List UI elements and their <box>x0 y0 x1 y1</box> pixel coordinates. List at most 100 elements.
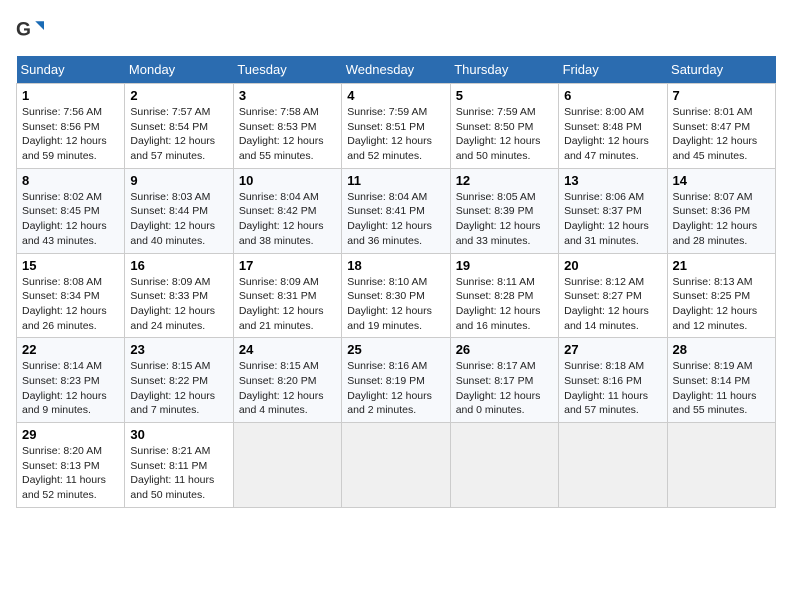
day-number: 7 <box>673 88 770 103</box>
day-info: Sunrise: 8:14 AMSunset: 8:23 PMDaylight:… <box>22 360 107 416</box>
day-number: 6 <box>564 88 661 103</box>
day-info: Sunrise: 8:13 AMSunset: 8:25 PMDaylight:… <box>673 276 758 332</box>
day-number: 2 <box>130 88 227 103</box>
day-number: 11 <box>347 173 444 188</box>
day-info: Sunrise: 8:00 AMSunset: 8:48 PMDaylight:… <box>564 106 649 162</box>
calendar-day-cell: 19 Sunrise: 8:11 AMSunset: 8:28 PMDaylig… <box>450 253 558 338</box>
day-number: 9 <box>130 173 227 188</box>
day-number: 8 <box>22 173 119 188</box>
day-number: 23 <box>130 342 227 357</box>
calendar-day-cell: 26 Sunrise: 8:17 AMSunset: 8:17 PMDaylig… <box>450 338 558 423</box>
calendar-day-cell <box>233 423 341 508</box>
day-number: 10 <box>239 173 336 188</box>
day-info: Sunrise: 8:08 AMSunset: 8:34 PMDaylight:… <box>22 276 107 332</box>
day-info: Sunrise: 8:18 AMSunset: 8:16 PMDaylight:… <box>564 360 648 416</box>
calendar-day-cell <box>559 423 667 508</box>
day-info: Sunrise: 8:06 AMSunset: 8:37 PMDaylight:… <box>564 191 649 247</box>
day-number: 13 <box>564 173 661 188</box>
day-info: Sunrise: 8:17 AMSunset: 8:17 PMDaylight:… <box>456 360 541 416</box>
calendar-day-cell: 21 Sunrise: 8:13 AMSunset: 8:25 PMDaylig… <box>667 253 775 338</box>
day-info: Sunrise: 8:15 AMSunset: 8:20 PMDaylight:… <box>239 360 324 416</box>
logo: G <box>16 16 48 44</box>
calendar-day-cell: 4 Sunrise: 7:59 AMSunset: 8:51 PMDayligh… <box>342 84 450 169</box>
calendar-header-row: SundayMondayTuesdayWednesdayThursdayFrid… <box>17 56 776 84</box>
day-number: 14 <box>673 173 770 188</box>
day-info: Sunrise: 8:09 AMSunset: 8:31 PMDaylight:… <box>239 276 324 332</box>
calendar-table: SundayMondayTuesdayWednesdayThursdayFrid… <box>16 56 776 508</box>
column-header-wednesday: Wednesday <box>342 56 450 84</box>
calendar-day-cell: 28 Sunrise: 8:19 AMSunset: 8:14 PMDaylig… <box>667 338 775 423</box>
day-number: 15 <box>22 258 119 273</box>
day-info: Sunrise: 8:15 AMSunset: 8:22 PMDaylight:… <box>130 360 215 416</box>
calendar-day-cell: 3 Sunrise: 7:58 AMSunset: 8:53 PMDayligh… <box>233 84 341 169</box>
calendar-day-cell: 8 Sunrise: 8:02 AMSunset: 8:45 PMDayligh… <box>17 168 125 253</box>
day-info: Sunrise: 8:02 AMSunset: 8:45 PMDaylight:… <box>22 191 107 247</box>
calendar-day-cell: 14 Sunrise: 8:07 AMSunset: 8:36 PMDaylig… <box>667 168 775 253</box>
day-info: Sunrise: 7:57 AMSunset: 8:54 PMDaylight:… <box>130 106 215 162</box>
calendar-day-cell: 20 Sunrise: 8:12 AMSunset: 8:27 PMDaylig… <box>559 253 667 338</box>
svg-text:G: G <box>16 19 31 40</box>
day-info: Sunrise: 8:10 AMSunset: 8:30 PMDaylight:… <box>347 276 432 332</box>
day-info: Sunrise: 8:05 AMSunset: 8:39 PMDaylight:… <box>456 191 541 247</box>
calendar-week-row: 8 Sunrise: 8:02 AMSunset: 8:45 PMDayligh… <box>17 168 776 253</box>
day-number: 29 <box>22 427 119 442</box>
calendar-day-cell: 5 Sunrise: 7:59 AMSunset: 8:50 PMDayligh… <box>450 84 558 169</box>
calendar-day-cell: 9 Sunrise: 8:03 AMSunset: 8:44 PMDayligh… <box>125 168 233 253</box>
day-info: Sunrise: 7:59 AMSunset: 8:51 PMDaylight:… <box>347 106 432 162</box>
day-number: 26 <box>456 342 553 357</box>
calendar-day-cell: 1 Sunrise: 7:56 AMSunset: 8:56 PMDayligh… <box>17 84 125 169</box>
calendar-day-cell: 29 Sunrise: 8:20 AMSunset: 8:13 PMDaylig… <box>17 423 125 508</box>
calendar-day-cell: 16 Sunrise: 8:09 AMSunset: 8:33 PMDaylig… <box>125 253 233 338</box>
calendar-day-cell <box>450 423 558 508</box>
column-header-sunday: Sunday <box>17 56 125 84</box>
calendar-day-cell: 6 Sunrise: 8:00 AMSunset: 8:48 PMDayligh… <box>559 84 667 169</box>
day-number: 30 <box>130 427 227 442</box>
calendar-day-cell: 18 Sunrise: 8:10 AMSunset: 8:30 PMDaylig… <box>342 253 450 338</box>
day-info: Sunrise: 8:19 AMSunset: 8:14 PMDaylight:… <box>673 360 757 416</box>
page-header: G <box>16 16 776 44</box>
day-info: Sunrise: 8:12 AMSunset: 8:27 PMDaylight:… <box>564 276 649 332</box>
day-number: 24 <box>239 342 336 357</box>
calendar-day-cell: 15 Sunrise: 8:08 AMSunset: 8:34 PMDaylig… <box>17 253 125 338</box>
calendar-week-row: 22 Sunrise: 8:14 AMSunset: 8:23 PMDaylig… <box>17 338 776 423</box>
calendar-day-cell: 11 Sunrise: 8:04 AMSunset: 8:41 PMDaylig… <box>342 168 450 253</box>
calendar-day-cell: 10 Sunrise: 8:04 AMSunset: 8:42 PMDaylig… <box>233 168 341 253</box>
calendar-day-cell: 13 Sunrise: 8:06 AMSunset: 8:37 PMDaylig… <box>559 168 667 253</box>
column-header-thursday: Thursday <box>450 56 558 84</box>
calendar-day-cell: 27 Sunrise: 8:18 AMSunset: 8:16 PMDaylig… <box>559 338 667 423</box>
calendar-day-cell: 25 Sunrise: 8:16 AMSunset: 8:19 PMDaylig… <box>342 338 450 423</box>
day-info: Sunrise: 8:11 AMSunset: 8:28 PMDaylight:… <box>456 276 541 332</box>
day-info: Sunrise: 8:16 AMSunset: 8:19 PMDaylight:… <box>347 360 432 416</box>
logo-icon: G <box>16 16 44 44</box>
day-info: Sunrise: 8:04 AMSunset: 8:42 PMDaylight:… <box>239 191 324 247</box>
day-number: 1 <box>22 88 119 103</box>
day-info: Sunrise: 7:58 AMSunset: 8:53 PMDaylight:… <box>239 106 324 162</box>
column-header-saturday: Saturday <box>667 56 775 84</box>
day-info: Sunrise: 8:21 AMSunset: 8:11 PMDaylight:… <box>130 445 214 501</box>
calendar-day-cell: 2 Sunrise: 7:57 AMSunset: 8:54 PMDayligh… <box>125 84 233 169</box>
day-info: Sunrise: 7:59 AMSunset: 8:50 PMDaylight:… <box>456 106 541 162</box>
calendar-day-cell: 12 Sunrise: 8:05 AMSunset: 8:39 PMDaylig… <box>450 168 558 253</box>
day-number: 25 <box>347 342 444 357</box>
day-number: 4 <box>347 88 444 103</box>
column-header-tuesday: Tuesday <box>233 56 341 84</box>
calendar-week-row: 15 Sunrise: 8:08 AMSunset: 8:34 PMDaylig… <box>17 253 776 338</box>
day-number: 22 <box>22 342 119 357</box>
day-number: 18 <box>347 258 444 273</box>
calendar-week-row: 1 Sunrise: 7:56 AMSunset: 8:56 PMDayligh… <box>17 84 776 169</box>
day-info: Sunrise: 8:09 AMSunset: 8:33 PMDaylight:… <box>130 276 215 332</box>
day-number: 27 <box>564 342 661 357</box>
calendar-day-cell <box>667 423 775 508</box>
calendar-week-row: 29 Sunrise: 8:20 AMSunset: 8:13 PMDaylig… <box>17 423 776 508</box>
calendar-day-cell: 23 Sunrise: 8:15 AMSunset: 8:22 PMDaylig… <box>125 338 233 423</box>
calendar-day-cell: 24 Sunrise: 8:15 AMSunset: 8:20 PMDaylig… <box>233 338 341 423</box>
day-number: 17 <box>239 258 336 273</box>
day-info: Sunrise: 8:07 AMSunset: 8:36 PMDaylight:… <box>673 191 758 247</box>
day-number: 21 <box>673 258 770 273</box>
column-header-friday: Friday <box>559 56 667 84</box>
calendar-day-cell: 7 Sunrise: 8:01 AMSunset: 8:47 PMDayligh… <box>667 84 775 169</box>
day-number: 19 <box>456 258 553 273</box>
day-number: 20 <box>564 258 661 273</box>
calendar-day-cell: 30 Sunrise: 8:21 AMSunset: 8:11 PMDaylig… <box>125 423 233 508</box>
day-info: Sunrise: 8:03 AMSunset: 8:44 PMDaylight:… <box>130 191 215 247</box>
